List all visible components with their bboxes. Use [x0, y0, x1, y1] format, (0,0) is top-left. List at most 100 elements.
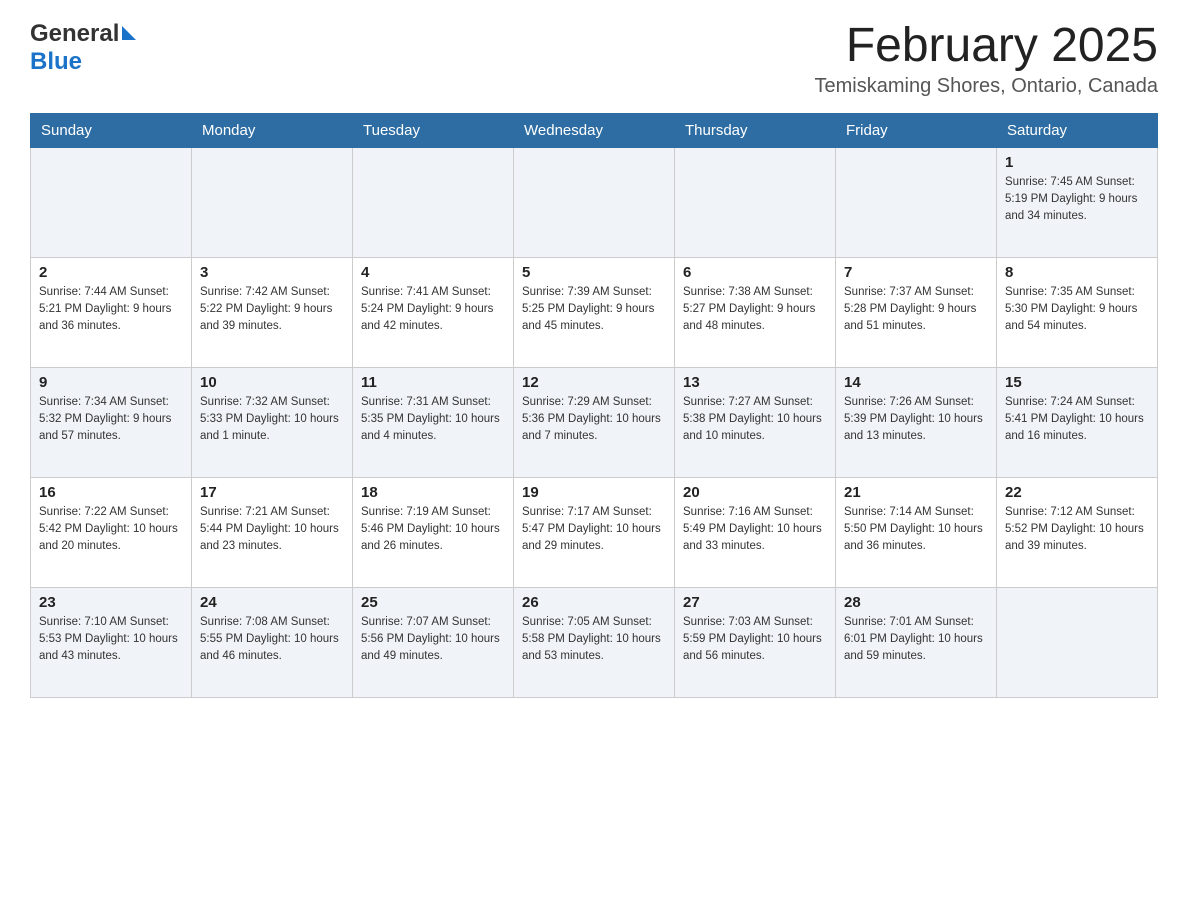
day-number: 17 [200, 484, 344, 501]
day-info: Sunrise: 7:37 AM Sunset: 5:28 PM Dayligh… [844, 284, 988, 336]
calendar-cell: 21 Sunrise: 7:14 AM Sunset: 5:50 PM Dayli… [836, 477, 997, 587]
day-info: Sunrise: 7:05 AM Sunset: 5:58 PM Dayligh… [522, 614, 666, 666]
day-of-week-header: Monday [192, 113, 353, 147]
day-number: 27 [683, 594, 827, 611]
calendar-cell: 9Sunrise: 7:34 AM Sunset: 5:32 PM Daylig… [31, 367, 192, 477]
calendar-header-row: SundayMondayTuesdayWednesdayThursdayFrid… [31, 113, 1158, 147]
calendar-cell: 12Sunrise: 7:29 AM Sunset: 5:36 PM Dayli… [514, 367, 675, 477]
day-info: Sunrise: 7:08 AM Sunset: 5:55 PM Dayligh… [200, 614, 344, 666]
day-info: Sunrise: 7:14 AM Sunset: 5:50 PM Dayligh… [844, 504, 988, 556]
day-info: Sunrise: 7:38 AM Sunset: 5:27 PM Dayligh… [683, 284, 827, 336]
day-number: 28 [844, 594, 988, 611]
calendar-cell: 3Sunrise: 7:42 AM Sunset: 5:22 PM Daylig… [192, 257, 353, 367]
calendar-week-row: 23 Sunrise: 7:10 AM Sunset: 5:53 PM Dayli… [31, 587, 1158, 697]
day-number: 23 [39, 594, 183, 611]
calendar-cell: 11Sunrise: 7:31 AM Sunset: 5:35 PM Dayli… [353, 367, 514, 477]
day-info: Sunrise: 7:41 AM Sunset: 5:24 PM Dayligh… [361, 284, 505, 336]
calendar-cell: 17 Sunrise: 7:21 AM Sunset: 5:44 PM Dayli… [192, 477, 353, 587]
day-number: 15 [1005, 374, 1149, 391]
calendar-week-row: 16 Sunrise: 7:22 AM Sunset: 5:42 PM Dayli… [31, 477, 1158, 587]
calendar-cell: 14 Sunrise: 7:26 AM Sunset: 5:39 PM Dayli… [836, 367, 997, 477]
calendar-cell: 6 Sunrise: 7:38 AM Sunset: 5:27 PM Daylig… [675, 257, 836, 367]
calendar-cell: 20 Sunrise: 7:16 AM Sunset: 5:49 PM Dayli… [675, 477, 836, 587]
location-subtitle: Temiskaming Shores, Ontario, Canada [815, 75, 1159, 98]
calendar-cell [675, 147, 836, 257]
day-number: 7 [844, 264, 988, 281]
calendar-cell: 5 Sunrise: 7:39 AM Sunset: 5:25 PM Daylig… [514, 257, 675, 367]
calendar-cell [836, 147, 997, 257]
day-number: 13 [683, 374, 827, 391]
day-info: Sunrise: 7:21 AM Sunset: 5:44 PM Dayligh… [200, 504, 344, 556]
calendar-cell [192, 147, 353, 257]
logo-triangle-icon [122, 26, 136, 40]
day-of-week-header: Sunday [31, 113, 192, 147]
day-info: Sunrise: 7:03 AM Sunset: 5:59 PM Dayligh… [683, 614, 827, 666]
calendar-cell: 10Sunrise: 7:32 AM Sunset: 5:33 PM Dayli… [192, 367, 353, 477]
day-info: Sunrise: 7:17 AM Sunset: 5:47 PM Dayligh… [522, 504, 666, 556]
calendar-cell [353, 147, 514, 257]
calendar-cell [997, 587, 1158, 697]
day-of-week-header: Tuesday [353, 113, 514, 147]
calendar-week-row: 1Sunrise: 7:45 AM Sunset: 5:19 PM Daylig… [31, 147, 1158, 257]
calendar-cell: 22Sunrise: 7:12 AM Sunset: 5:52 PM Dayli… [997, 477, 1158, 587]
day-info: Sunrise: 7:07 AM Sunset: 5:56 PM Dayligh… [361, 614, 505, 666]
calendar-cell: 19 Sunrise: 7:17 AM Sunset: 5:47 PM Dayli… [514, 477, 675, 587]
day-number: 19 [522, 484, 666, 501]
calendar-cell: 15 Sunrise: 7:24 AM Sunset: 5:41 PM Dayli… [997, 367, 1158, 477]
month-year-title: February 2025 [815, 20, 1159, 73]
calendar-cell: 2 Sunrise: 7:44 AM Sunset: 5:21 PM Daylig… [31, 257, 192, 367]
calendar-cell: 26Sunrise: 7:05 AM Sunset: 5:58 PM Dayli… [514, 587, 675, 697]
day-number: 22 [1005, 484, 1149, 501]
day-number: 20 [683, 484, 827, 501]
day-info: Sunrise: 7:39 AM Sunset: 5:25 PM Dayligh… [522, 284, 666, 336]
day-of-week-header: Friday [836, 113, 997, 147]
day-of-week-header: Wednesday [514, 113, 675, 147]
day-number: 11 [361, 374, 505, 391]
day-info: Sunrise: 7:10 AM Sunset: 5:53 PM Dayligh… [39, 614, 183, 666]
day-number: 14 [844, 374, 988, 391]
calendar-week-row: 9Sunrise: 7:34 AM Sunset: 5:32 PM Daylig… [31, 367, 1158, 477]
calendar-cell: 23 Sunrise: 7:10 AM Sunset: 5:53 PM Dayli… [31, 587, 192, 697]
calendar-cell: 13 Sunrise: 7:27 AM Sunset: 5:38 PM Dayli… [675, 367, 836, 477]
calendar-cell: 8 Sunrise: 7:35 AM Sunset: 5:30 PM Daylig… [997, 257, 1158, 367]
calendar-cell: 7 Sunrise: 7:37 AM Sunset: 5:28 PM Daylig… [836, 257, 997, 367]
logo-general-text: General [30, 20, 119, 48]
day-number: 12 [522, 374, 666, 391]
day-number: 24 [200, 594, 344, 611]
day-info: Sunrise: 7:16 AM Sunset: 5:49 PM Dayligh… [683, 504, 827, 556]
calendar-week-row: 2 Sunrise: 7:44 AM Sunset: 5:21 PM Daylig… [31, 257, 1158, 367]
day-of-week-header: Thursday [675, 113, 836, 147]
day-info: Sunrise: 7:27 AM Sunset: 5:38 PM Dayligh… [683, 394, 827, 446]
calendar-cell: 27 Sunrise: 7:03 AM Sunset: 5:59 PM Dayli… [675, 587, 836, 697]
calendar-cell [514, 147, 675, 257]
day-info: Sunrise: 7:22 AM Sunset: 5:42 PM Dayligh… [39, 504, 183, 556]
day-info: Sunrise: 7:44 AM Sunset: 5:21 PM Dayligh… [39, 284, 183, 336]
day-number: 2 [39, 264, 183, 281]
day-number: 6 [683, 264, 827, 281]
day-number: 21 [844, 484, 988, 501]
calendar-cell: 1Sunrise: 7:45 AM Sunset: 5:19 PM Daylig… [997, 147, 1158, 257]
day-info: Sunrise: 7:35 AM Sunset: 5:30 PM Dayligh… [1005, 284, 1149, 336]
calendar-cell: 16 Sunrise: 7:22 AM Sunset: 5:42 PM Dayli… [31, 477, 192, 587]
logo-container: General Blue [30, 20, 136, 76]
calendar-cell: 4 Sunrise: 7:41 AM Sunset: 5:24 PM Daylig… [353, 257, 514, 367]
calendar-cell: 24 Sunrise: 7:08 AM Sunset: 5:55 PM Dayli… [192, 587, 353, 697]
day-of-week-header: Saturday [997, 113, 1158, 147]
calendar-table: SundayMondayTuesdayWednesdayThursdayFrid… [30, 113, 1158, 698]
day-number: 3 [200, 264, 344, 281]
day-info: Sunrise: 7:45 AM Sunset: 5:19 PM Dayligh… [1005, 174, 1149, 226]
day-number: 16 [39, 484, 183, 501]
title-block: February 2025 Temiskaming Shores, Ontari… [815, 20, 1159, 98]
day-number: 8 [1005, 264, 1149, 281]
page-header: General Blue February 2025 Temiskaming S… [30, 20, 1158, 98]
logo-line1: General [30, 20, 136, 48]
day-number: 5 [522, 264, 666, 281]
day-info: Sunrise: 7:19 AM Sunset: 5:46 PM Dayligh… [361, 504, 505, 556]
day-info: Sunrise: 7:26 AM Sunset: 5:39 PM Dayligh… [844, 394, 988, 446]
day-info: Sunrise: 7:01 AM Sunset: 6:01 PM Dayligh… [844, 614, 988, 666]
day-info: Sunrise: 7:24 AM Sunset: 5:41 PM Dayligh… [1005, 394, 1149, 446]
day-number: 4 [361, 264, 505, 281]
logo-blue-text: Blue [30, 48, 82, 75]
calendar-cell: 18Sunrise: 7:19 AM Sunset: 5:46 PM Dayli… [353, 477, 514, 587]
calendar-cell: 28 Sunrise: 7:01 AM Sunset: 6:01 PM Dayli… [836, 587, 997, 697]
